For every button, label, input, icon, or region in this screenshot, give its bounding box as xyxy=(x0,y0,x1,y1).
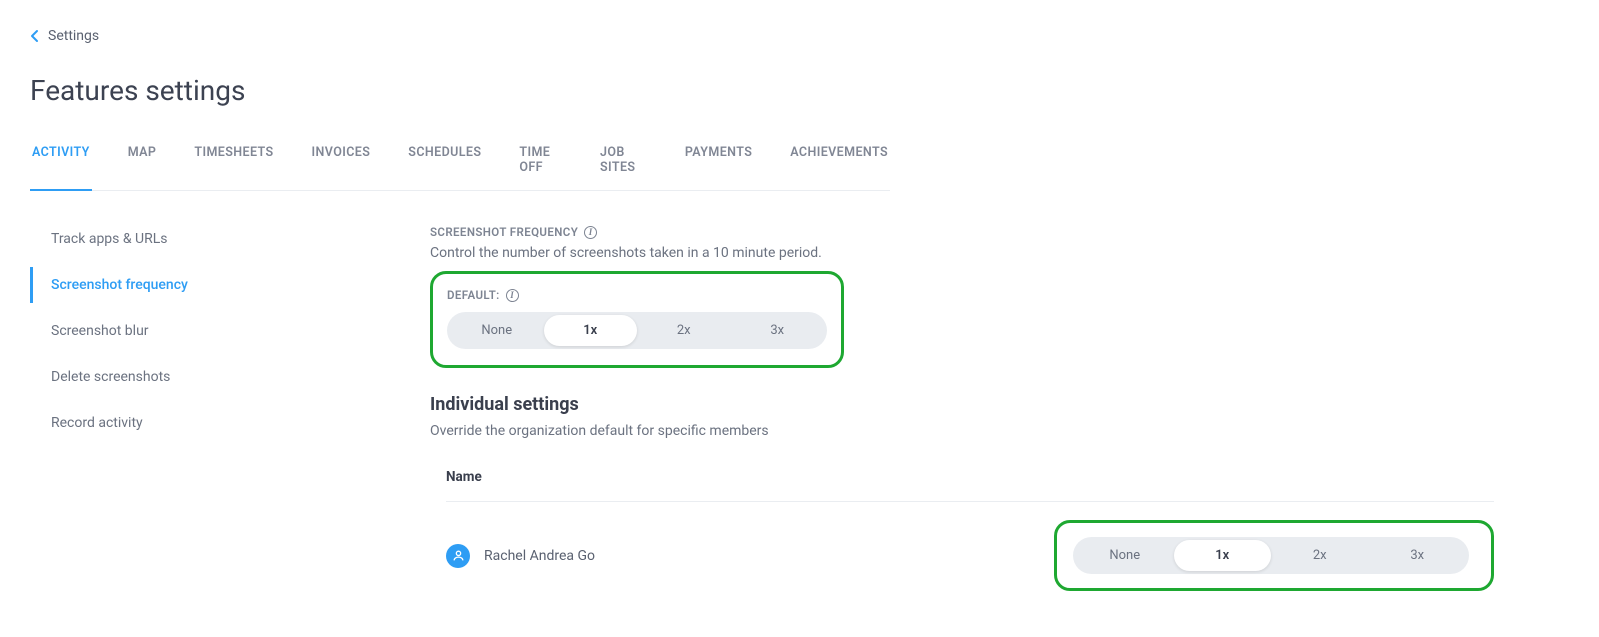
info-icon[interactable]: i xyxy=(584,226,597,239)
tab-schedules[interactable]: SCHEDULES xyxy=(406,145,483,191)
section-label: SCREENSHOT FREQUENCY i xyxy=(430,225,597,239)
side-item-screenshot-frequency[interactable]: Screenshot frequency xyxy=(30,267,430,303)
individual-settings-title: Individual settings xyxy=(430,394,1569,415)
user-icon xyxy=(452,549,465,562)
table-row: Rachel Andrea Go None 1x 2x 3x xyxy=(446,502,1494,609)
side-item-record-activity[interactable]: Record activity xyxy=(30,405,430,441)
side-nav: Track apps & URLs Screenshot frequency S… xyxy=(30,221,430,609)
side-item-track-apps[interactable]: Track apps & URLs xyxy=(30,221,430,257)
info-icon[interactable]: i xyxy=(506,289,519,302)
page-title: Features settings xyxy=(30,74,1569,107)
row-seg-option-2x[interactable]: 2x xyxy=(1271,540,1369,571)
tab-map[interactable]: MAP xyxy=(126,145,159,191)
tab-invoices[interactable]: INVOICES xyxy=(310,145,373,191)
default-segmented-control[interactable]: None 1x 2x 3x xyxy=(447,312,827,349)
section-label-text: SCREENSHOT FREQUENCY xyxy=(430,225,578,239)
tab-achievements[interactable]: ACHIEVEMENTS xyxy=(788,145,890,191)
row-seg-option-3x[interactable]: 3x xyxy=(1369,540,1467,571)
tabs: ACTIVITY MAP TIMESHEETS INVOICES SCHEDUL… xyxy=(30,145,890,191)
seg-option-2x[interactable]: 2x xyxy=(637,315,731,346)
tab-payments[interactable]: PAYMENTS xyxy=(683,145,754,191)
individual-settings-desc: Override the organization default for sp… xyxy=(430,423,1569,439)
members-table: Name Rachel Andrea Go None 1x 2x 3x xyxy=(446,469,1494,609)
row-highlight-box: None 1x 2x 3x xyxy=(1054,520,1494,591)
seg-option-none[interactable]: None xyxy=(450,315,544,346)
member-name: Rachel Andrea Go xyxy=(484,548,1090,564)
side-item-delete-screenshots[interactable]: Delete screenshots xyxy=(30,359,430,395)
default-highlight-box: DEFAULT: i None 1x 2x 3x xyxy=(430,271,844,368)
seg-option-3x[interactable]: 3x xyxy=(731,315,825,346)
chevron-left-icon xyxy=(30,29,40,43)
breadcrumb-label[interactable]: Settings xyxy=(48,28,99,44)
seg-option-1x[interactable]: 1x xyxy=(544,315,638,346)
default-label-text: DEFAULT: xyxy=(447,288,500,302)
table-header-name: Name xyxy=(446,469,1494,502)
row-seg-option-1x[interactable]: 1x xyxy=(1174,540,1272,571)
tab-timesheets[interactable]: TIMESHEETS xyxy=(192,145,275,191)
tab-job-sites[interactable]: JOB SITES xyxy=(598,145,649,191)
avatar xyxy=(446,544,470,568)
row-segmented-control[interactable]: None 1x 2x 3x xyxy=(1073,537,1469,574)
tab-time-off[interactable]: TIME OFF xyxy=(517,145,564,191)
row-seg-option-none[interactable]: None xyxy=(1076,540,1174,571)
tab-activity[interactable]: ACTIVITY xyxy=(30,145,92,191)
default-label: DEFAULT: i xyxy=(447,288,519,302)
side-item-screenshot-blur[interactable]: Screenshot blur xyxy=(30,313,430,349)
main-content: SCREENSHOT FREQUENCY i Control the numbe… xyxy=(430,221,1569,609)
breadcrumb[interactable]: Settings xyxy=(30,28,1569,44)
section-description: Control the number of screenshots taken … xyxy=(430,245,1569,261)
